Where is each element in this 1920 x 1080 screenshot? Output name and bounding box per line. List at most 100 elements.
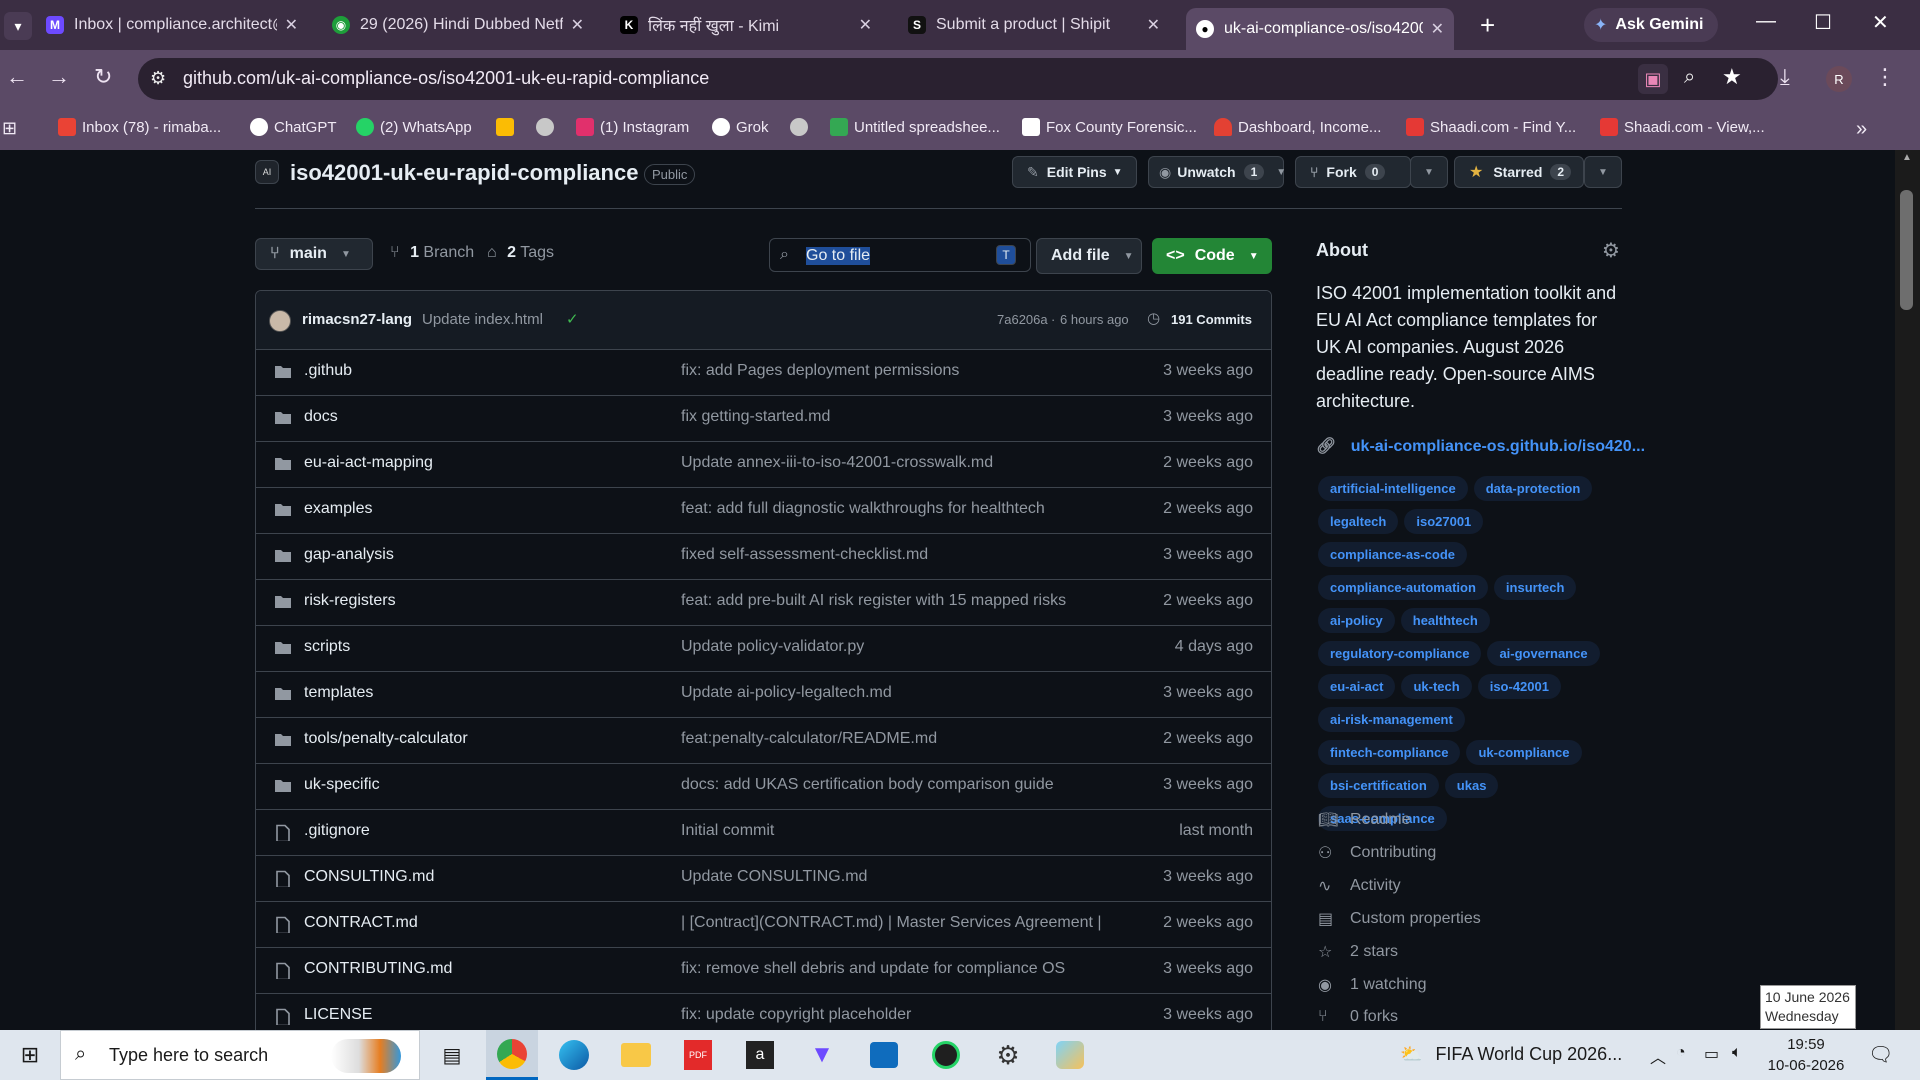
topic-tag[interactable]: uk-compliance [1466, 740, 1582, 765]
about-link[interactable]: ⚇ Contributing [1318, 843, 1436, 863]
bookmark-instagram[interactable]: (1) Instagram [576, 118, 689, 136]
topic-tag[interactable]: iso-42001 [1477, 674, 1561, 699]
repo-avatar[interactable]: AI [255, 160, 279, 184]
file-name[interactable]: templates [304, 684, 373, 702]
bookmark-drive[interactable] [496, 118, 520, 136]
topic-tag[interactable]: bsi-certification [1318, 773, 1439, 798]
about-link[interactable]: ▤ Custom properties [1318, 909, 1481, 929]
file-commit-message[interactable]: docs: add UKAS certification body compar… [681, 776, 1054, 794]
file-commit-message[interactable]: fix: update copyright placeholder [681, 1006, 911, 1024]
topic-tag[interactable]: ai-governance [1487, 641, 1600, 666]
bookmark-spreadsheet[interactable]: Untitled spreadshee... [830, 118, 1000, 136]
add-file-button[interactable]: Add file ▼ [1036, 238, 1142, 274]
more-bookmarks-icon[interactable]: » [1856, 118, 1867, 141]
avatar[interactable] [269, 310, 291, 332]
table-row[interactable]: docs fix getting-started.md 3 weeks ago [256, 395, 1271, 441]
repo-name[interactable]: iso42001-uk-eu-rapid-compliance [290, 160, 638, 186]
file-commit-message[interactable]: fix: remove shell debris and update for … [681, 960, 1065, 978]
close-icon[interactable]: ✕ [285, 15, 298, 35]
commits-link[interactable]: 191 Commits [1171, 312, 1252, 327]
bookmark-shaadi-view[interactable]: Shaadi.com - View,... [1600, 118, 1765, 136]
about-link[interactable]: ◉ 1 watching [1318, 975, 1427, 995]
network-icon[interactable]: ◔ [1676, 1044, 1686, 1062]
amazon-icon[interactable]: a [734, 1030, 786, 1080]
star-dropdown[interactable]: ▼ [1584, 156, 1622, 188]
file-commit-message[interactable]: | [Contract](CONTRACT.md) | Master Servi… [681, 914, 1102, 932]
file-commit-message[interactable]: fix getting-started.md [681, 408, 830, 426]
file-name[interactable]: CONTRIBUTING.md [304, 960, 452, 978]
topic-tag[interactable]: ai-policy [1318, 608, 1395, 633]
file-name[interactable]: risk-registers [304, 592, 396, 610]
new-tab-button[interactable]: + [1480, 10, 1495, 41]
page-scrollbar[interactable]: ▲ [1895, 150, 1920, 1030]
browser-tab[interactable]: ◉ 29 (2026) Hindi Dubbed Netfli ✕ [322, 8, 594, 42]
table-row[interactable]: LICENSE fix: update copyright placeholder… [256, 993, 1271, 1030]
fork-button[interactable]: ⑂ Fork 0 [1295, 156, 1411, 188]
bookmark-grok[interactable]: Grok [712, 118, 769, 136]
file-commit-message[interactable]: Update annex-iii-to-iso-42001-crosswalk.… [681, 454, 993, 472]
bookmark-globe[interactable] [536, 118, 560, 136]
outlook-icon[interactable] [858, 1030, 910, 1080]
file-commit-message[interactable]: feat: add pre-built AI risk register wit… [681, 592, 1066, 610]
table-row[interactable]: uk-specific docs: add UKAS certification … [256, 763, 1271, 809]
topic-tag[interactable]: compliance-as-code [1318, 542, 1467, 567]
file-commit-message[interactable]: feat:penalty-calculator/README.md [681, 730, 937, 748]
scrollbar-thumb[interactable] [1900, 190, 1913, 310]
file-name[interactable]: scripts [304, 638, 350, 656]
whatsapp-icon[interactable] [920, 1030, 972, 1080]
reload-icon[interactable]: ↻ [94, 64, 112, 90]
file-commit-message[interactable]: Update ai-policy-legaltech.md [681, 684, 892, 702]
start-button[interactable]: ⊞ [4, 1030, 56, 1080]
bookmark-star-icon[interactable]: ★ [1722, 64, 1742, 90]
profile-avatar[interactable]: R [1826, 66, 1852, 92]
file-name[interactable]: .github [304, 362, 352, 380]
bookmark-gmail[interactable]: Inbox (78) - rimaba... [58, 118, 221, 136]
bookmark-fox-county[interactable]: Fox County Forensic... [1022, 118, 1197, 136]
topic-tag[interactable]: regulatory-compliance [1318, 641, 1482, 666]
tab-search-icon[interactable]: ▾ [4, 12, 32, 40]
bookmark-dashboard[interactable]: Dashboard, Income... [1214, 118, 1381, 136]
topic-tag[interactable]: ukas [1444, 773, 1499, 798]
scroll-up-arrow[interactable]: ▲ [1902, 152, 1912, 163]
file-name[interactable]: examples [304, 500, 372, 518]
download-icon[interactable]: ⤓ [1780, 64, 1790, 90]
url-text[interactable]: github.com/uk-ai-compliance-os/iso42001-… [183, 68, 709, 89]
code-button[interactable]: <> Code ▼ [1152, 238, 1272, 274]
task-view-icon[interactable]: ▤ [426, 1030, 478, 1080]
commit-message[interactable]: Update index.html [422, 311, 543, 328]
site-info-icon[interactable]: ⚙ [150, 68, 166, 89]
browser-tab[interactable]: M Inbox | compliance.architect@ ✕ [36, 8, 308, 42]
starred-button[interactable]: ★ Starred 2 [1454, 156, 1584, 188]
file-name[interactable]: docs [304, 408, 338, 426]
table-row[interactable]: .github fix: add Pages deployment permiss… [256, 349, 1271, 395]
topic-tag[interactable]: fintech-compliance [1318, 740, 1461, 765]
close-icon[interactable]: ✕ [1147, 15, 1160, 35]
forward-icon[interactable]: → [48, 64, 70, 90]
install-app-icon[interactable]: ▣ [1638, 64, 1668, 94]
file-commit-message[interactable]: feat: add full diagnostic walkthroughs f… [681, 500, 1045, 518]
topic-tag[interactable]: healthtech [1400, 608, 1490, 633]
bookmark-whatsapp[interactable]: (2) WhatsApp [356, 118, 472, 136]
file-name[interactable]: LICENSE [304, 1006, 372, 1024]
pdf-icon[interactable]: PDF [672, 1030, 724, 1080]
file-commit-message[interactable]: fixed self-assessment-checklist.md [681, 546, 928, 564]
commit-hash[interactable]: 7a6206a [997, 312, 1048, 327]
bookmark-chatgpt[interactable]: ChatGPT [250, 118, 337, 136]
paint-icon[interactable] [1044, 1030, 1096, 1080]
file-commit-message[interactable]: Update CONSULTING.md [681, 868, 867, 886]
file-commit-message[interactable]: Initial commit [681, 822, 774, 840]
about-link[interactable]: ⑂ 0 forks [1318, 1008, 1398, 1026]
bookmark-globe-2[interactable] [790, 118, 814, 136]
topic-tag[interactable]: data-protection [1473, 476, 1593, 501]
topic-tag[interactable]: uk-tech [1401, 674, 1472, 699]
website-link[interactable]: 🔗︎ uk-ai-compliance-os.github.io/iso420.… [1316, 436, 1645, 456]
file-name[interactable]: eu-ai-act-mapping [304, 454, 433, 472]
file-name[interactable]: CONTRACT.md [304, 914, 418, 932]
apps-icon[interactable]: ⊞ [2, 118, 17, 139]
table-row[interactable]: CONTRACT.md | [Contract](CONTRACT.md) | M… [256, 901, 1271, 947]
close-icon[interactable]: ✕ [859, 15, 872, 35]
topic-tag[interactable]: legaltech [1318, 509, 1399, 534]
back-icon[interactable]: ← [6, 64, 28, 90]
address-bar[interactable]: ⚙ github.com/uk-ai-compliance-os/iso4200… [138, 58, 1778, 100]
commit-author[interactable]: rimacsn27-lang [302, 311, 412, 328]
